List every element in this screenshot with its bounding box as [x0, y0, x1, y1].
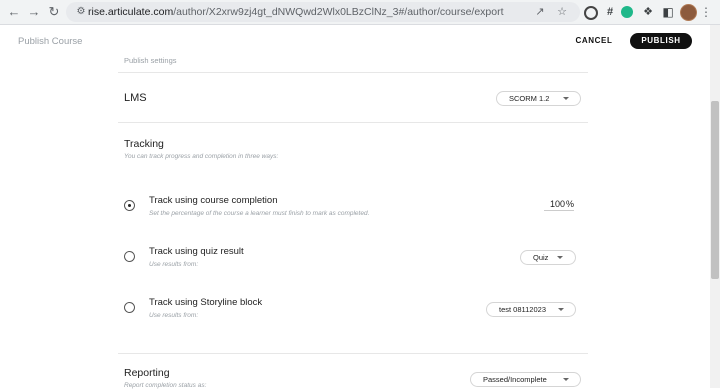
radio-selected-dot [128, 204, 131, 207]
profile-avatar[interactable] [680, 4, 697, 21]
lms-dropdown[interactable]: SCORM 1.2 [496, 91, 581, 106]
option-course-completion-label: Track using course completion [149, 195, 278, 206]
tune-icon[interactable]: ⚙ [74, 5, 88, 19]
more-vert-icon[interactable]: ⋮ [700, 4, 712, 20]
url-path: /author/X2xrw9zj4gt_dNWQwd2Wlx0LBzClNz_3… [173, 6, 504, 18]
storyline-block-dropdown-value: test 08112023 [499, 305, 546, 314]
extension-circle-icon[interactable] [584, 6, 598, 20]
arrow-left-icon[interactable]: ← [6, 4, 22, 20]
quiz-dropdown[interactable]: Quiz [520, 250, 576, 265]
page-title: Publish Course [18, 36, 83, 47]
address-bar[interactable]: ⚙ rise.articulate.com/author/X2xrw9zj4gt… [66, 2, 580, 22]
reporting-title: Reporting [124, 367, 170, 379]
hashtag-extension-icon[interactable]: # [602, 4, 618, 20]
share-icon[interactable]: ↗ [533, 5, 547, 19]
radio-storyline-block[interactable] [124, 302, 135, 313]
lms-dropdown-value: SCORM 1.2 [509, 94, 550, 103]
section-label: Publish settings [124, 56, 177, 65]
chevron-down-icon [557, 256, 563, 259]
option-course-completion-desc: Set the percentage of the course a learn… [149, 210, 370, 217]
lms-label: LMS [124, 92, 147, 104]
option-storyline-block-desc: Use results from: [149, 312, 199, 319]
cancel-button[interactable]: CANCEL [570, 33, 618, 49]
completion-percentage-value: 100 [549, 199, 565, 209]
reporting-dropdown-value: Passed/Incomplete [483, 375, 547, 384]
option-storyline-block-label: Track using Storyline block [149, 297, 263, 308]
url-host: rise.articulate.com [88, 6, 174, 18]
option-quiz-result-label: Track using quiz result [149, 246, 244, 257]
green-extension-icon[interactable] [621, 6, 633, 18]
side-panel-icon[interactable]: ◧ [660, 4, 676, 20]
chevron-down-icon [563, 378, 569, 381]
divider [118, 122, 588, 123]
browser-toolbar: ← → ↻ ⚙ rise.articulate.com/author/X2xrw… [0, 0, 720, 25]
divider [118, 353, 588, 354]
storyline-block-dropdown[interactable]: test 08112023 [486, 302, 576, 317]
radio-quiz-result[interactable] [124, 251, 135, 262]
scrollbar-thumb[interactable] [711, 101, 719, 279]
completion-percentage-input[interactable]: 100% [544, 199, 574, 211]
reporting-dropdown[interactable]: Passed/Incomplete [470, 372, 581, 387]
option-quiz-result-desc: Use results from: [149, 261, 199, 268]
percent-sign: % [565, 199, 574, 209]
publish-button[interactable]: PUBLISH [630, 33, 692, 49]
url-text: rise.articulate.com/author/X2xrw9zj4gt_d… [88, 6, 504, 18]
chevron-down-icon [563, 97, 569, 100]
puzzle-extensions-icon[interactable]: ❖ [640, 4, 656, 20]
tracking-description: You can track progress and completion in… [124, 153, 279, 160]
bookmark-star-icon[interactable]: ☆ [555, 5, 569, 19]
chevron-down-icon [558, 308, 564, 311]
quiz-dropdown-value: Quiz [533, 253, 549, 262]
divider [118, 72, 588, 73]
tracking-title: Tracking [124, 138, 164, 150]
radio-course-completion[interactable] [124, 200, 135, 211]
reload-icon[interactable]: ↻ [46, 4, 62, 20]
arrow-right-icon[interactable]: → [26, 4, 42, 20]
